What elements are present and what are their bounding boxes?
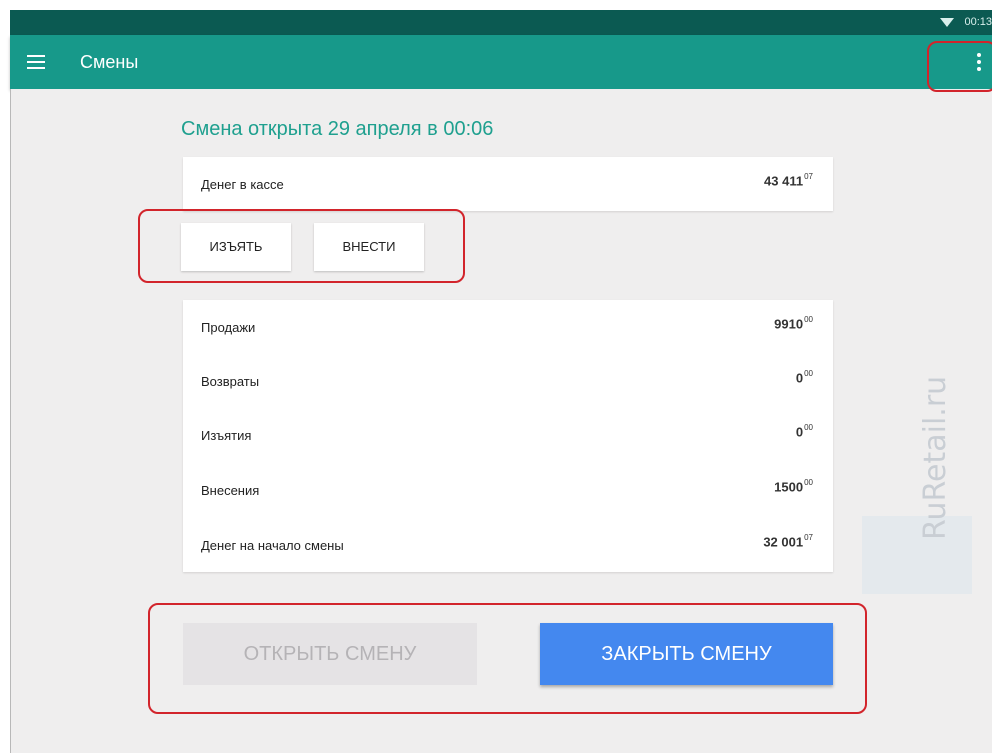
summary-row-withdrawals: Изъятия 000 <box>183 408 833 462</box>
shift-status-title: Смена открыта 29 апреля в 00:06 <box>181 118 494 140</box>
status-bar: 00:13 <box>10 10 992 35</box>
watermark-logo <box>862 516 972 594</box>
status-time: 00:13 <box>964 16 992 28</box>
wifi-icon <box>940 18 954 27</box>
summary-amount: 991000 <box>774 315 813 332</box>
summary-row-returns: Возвраты 000 <box>183 354 833 408</box>
summary-label: Денег на начало смены <box>201 538 344 553</box>
cash-amount: 43 41107 <box>764 172 813 189</box>
summary-card: Продажи 991000 Возвраты 000 Изъятия 000 … <box>183 300 833 572</box>
summary-label: Изъятия <box>201 428 252 443</box>
summary-amount: 150000 <box>774 478 813 495</box>
watermark-text: RuRetail.ru <box>918 375 953 540</box>
summary-row-deposits: Внесения 150000 <box>183 463 833 517</box>
summary-label: Возвраты <box>201 374 260 389</box>
cash-label: Денег в кассе <box>201 177 284 192</box>
summary-row-sales: Продажи 991000 <box>183 300 833 354</box>
cash-row: Денег в кассе 43 41107 <box>183 157 833 211</box>
summary-amount: 32 00107 <box>763 533 813 550</box>
summary-amount: 000 <box>795 423 813 440</box>
hamburger-menu-icon[interactable] <box>27 55 45 69</box>
cash-card: Денег в кассе 43 41107 <box>183 157 833 211</box>
app-bar: Смены <box>10 35 992 89</box>
summary-row-opening-cash: Денег на начало смены 32 00107 <box>183 518 833 572</box>
summary-amount: 000 <box>795 369 813 386</box>
highlight-overflow-menu <box>927 41 992 92</box>
highlight-shift-actions <box>148 603 867 714</box>
page-title: Смены <box>80 52 139 72</box>
summary-label: Внесения <box>201 483 260 498</box>
highlight-cash-actions <box>138 209 465 283</box>
summary-label: Продажи <box>201 320 256 335</box>
